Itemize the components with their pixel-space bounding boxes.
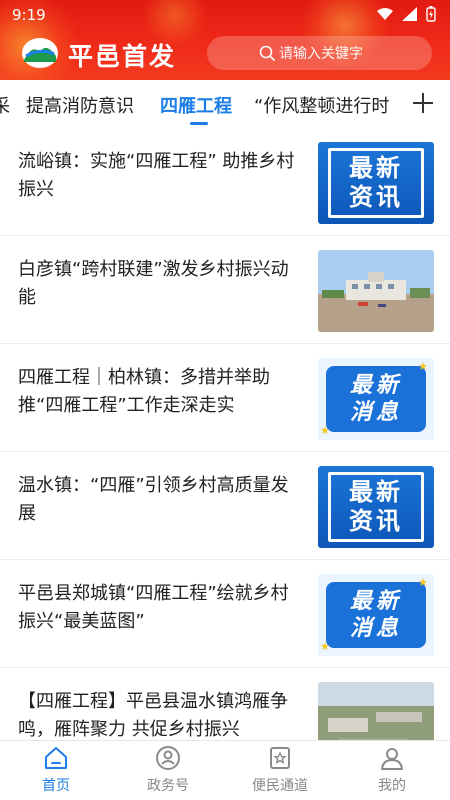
news-list: 流峪镇：实施“四雁工程” 助推乡村振兴 最新 资讯 白彦镇“跨村联建”激发乡村振… [0,128,450,740]
nav-label: 便民通道 [252,778,308,794]
app-header: 9:19 平邑首发 请输入关键字 [0,0,450,80]
news-item[interactable]: 温水镇：“四雁”引领乡村高质量发展 最新 资讯 [0,452,450,560]
tab-fire-safety[interactable]: 提高消防意识 [26,92,134,118]
news-thumbnail [318,250,434,332]
tab-cai[interactable]: 采 [0,92,10,118]
news-thumbnail: 最新 资讯 [318,466,434,548]
news-item[interactable]: 四雁工程｜柏林镇：多措并举助推“四雁工程”工作走深走实 最新 消息 ★ ★ [0,344,450,452]
badge-bubble: 最新 消息 [326,582,426,648]
star-icon: ★ [418,360,428,373]
news-thumbnail: 最新 消息 ★ ★ [318,574,434,656]
news-thumbnail [318,682,434,740]
news-title: 白彦镇“跨村联建”激发乡村振兴动能 [18,259,289,308]
status-icons [376,6,436,22]
badge-line1: 最新 [349,154,403,182]
news-title: 流峪镇：实施“四雁工程” 助推乡村振兴 [18,151,295,200]
news-title: 温水镇：“四雁”引领乡村高质量发展 [18,475,289,524]
battery-icon [426,6,436,22]
badge-frame: 最新 资讯 [328,472,424,542]
nav-home[interactable]: 首页 [0,745,112,799]
star-icon: ★ [320,640,330,653]
tab-siyan-project[interactable]: 四雁工程 [160,92,232,118]
nav-gov-account[interactable]: 政务号 [112,745,224,799]
aerial-photo [318,682,434,740]
badge-bubble: 最新 消息 [326,366,426,432]
status-bar: 9:19 [0,0,450,30]
news-item[interactable]: 平邑县郑城镇“四雁工程”绘就乡村振兴“最美蓝图” 最新 消息 ★ ★ [0,560,450,668]
nav-profile[interactable]: 我的 [336,745,448,799]
nav-label: 我的 [378,778,406,794]
status-time: 9:19 [12,6,46,24]
nav-label: 首页 [42,778,70,794]
service-channel-icon [270,747,290,769]
badge-line1: 最新 [349,589,402,614]
badge-line2: 消息 [349,616,402,641]
news-thumbnail: 最新 资讯 [318,142,434,224]
star-icon: ★ [418,576,428,589]
profile-icon [381,748,403,770]
search-input[interactable]: 请输入关键字 [207,36,432,70]
home-icon [45,747,67,769]
signal-icon [402,7,417,21]
badge-frame: 最新 资讯 [328,148,424,218]
news-title: 四雁工程｜柏林镇：多措并举助推“四雁工程”工作走深走实 [18,367,270,416]
badge-line2: 消息 [349,400,402,425]
channel-tabs: 采 提高消防意识 四雁工程 “作风整顿进行时 [0,80,450,128]
building-photo [318,250,434,332]
star-icon: ★ [320,424,330,437]
news-item[interactable]: 流峪镇：实施“四雁工程” 助推乡村振兴 最新 资讯 [0,128,450,236]
news-title: 平邑县郑城镇“四雁工程”绘就乡村振兴“最美蓝图” [18,583,289,632]
app-logo [22,38,58,68]
nav-label: 政务号 [147,778,189,794]
wifi-icon [377,8,393,20]
news-thumbnail: 最新 消息 ★ ★ [318,358,434,440]
add-channel-button[interactable] [408,88,438,118]
badge-line2: 资讯 [349,507,403,535]
gov-account-icon [156,746,180,770]
badge-line1: 最新 [349,478,403,506]
badge-line2: 资讯 [349,183,403,211]
search-icon [259,45,275,61]
news-item[interactable]: 【四雁工程】平邑县温水镇鸿雁争鸣，雁阵聚力 共促乡村振兴 [0,668,450,740]
active-tab-indicator [190,122,208,125]
bottom-navigation: 首页 政务号 便民通道 我的 [0,740,450,800]
nav-service-channel[interactable]: 便民通道 [224,745,336,799]
app-title: 平邑首发 [68,42,177,71]
tab-work-style[interactable]: “作风整顿进行时 [254,92,389,118]
news-item[interactable]: 白彦镇“跨村联建”激发乡村振兴动能 [0,236,450,344]
news-title: 【四雁工程】平邑县温水镇鸿雁争鸣，雁阵聚力 共促乡村振兴 [18,691,288,740]
badge-line1: 最新 [349,373,402,398]
